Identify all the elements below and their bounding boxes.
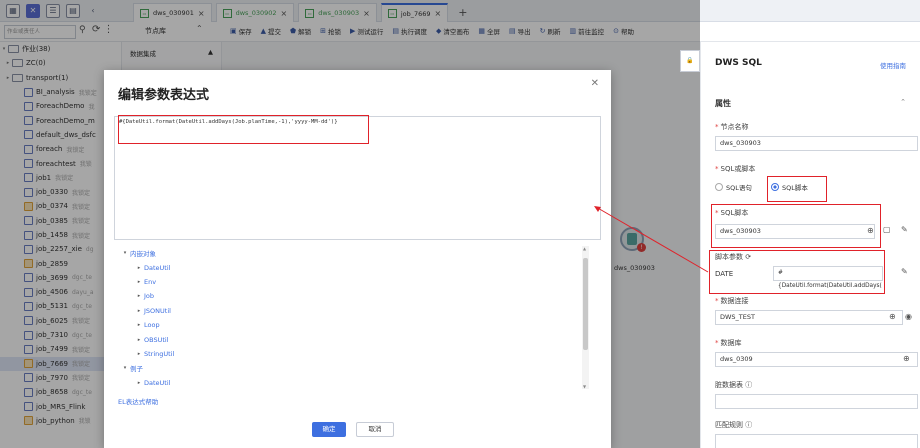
tree-label: OBSUtil	[144, 335, 169, 344]
el-help-link[interactable]: EL表达式帮助	[118, 396, 158, 406]
edit-expression-dialog: 编辑参数表达式 ✕ #{DateUtil.format(DateUtil.add…	[104, 70, 611, 448]
object-tree-item[interactable]: ▸ DateUtil	[114, 260, 592, 274]
file-icon[interactable]: ▢	[883, 225, 891, 234]
node-name-label: * 节点名称	[715, 123, 749, 131]
tree-label: JSONUtil	[144, 306, 171, 315]
caret-right-icon: ▸	[137, 307, 141, 314]
caret-right-icon: ▸	[137, 350, 141, 357]
dirty-table-text: 脏数据表	[715, 381, 743, 389]
caret-right-icon: ▸	[137, 336, 141, 343]
caret-down-icon: ▾	[123, 365, 127, 372]
collapse-icon[interactable]: ⌃	[900, 98, 906, 106]
help-icon[interactable]: ⓘ	[745, 421, 752, 429]
cancel-button[interactable]: 取消	[356, 422, 394, 437]
object-tree-item[interactable]: ▸ JSONUtil	[114, 304, 592, 318]
panel-title: DWS SQL	[715, 58, 762, 68]
object-tree-item[interactable]: ▸ DateUtil	[114, 376, 592, 389]
db-label-text: 数据库	[720, 339, 742, 347]
close-icon[interactable]: ✕	[591, 78, 599, 89]
sql-type-text: SQL或脚本	[720, 165, 756, 173]
conn-label-text: 数据连接	[720, 297, 749, 305]
radio-sql-statement[interactable]: SQL语句	[715, 182, 752, 192]
properties-heading: 属性	[715, 99, 731, 108]
tree-scrollbar[interactable]: ▲ ▼	[582, 246, 589, 389]
caret-right-icon: ▸	[137, 379, 141, 386]
caret-right-icon: ▸	[137, 278, 141, 285]
match-rule-label: 匹配规则 ⓘ	[715, 420, 752, 430]
object-tree-item[interactable]: ▸ StringUtil	[114, 347, 592, 361]
object-tree-item[interactable]: ▸ Loop	[114, 318, 592, 332]
tree-label: DateUtil	[144, 378, 171, 387]
add-circle-icon[interactable]: ⊕	[889, 312, 896, 321]
tree-label: 例子	[130, 365, 143, 374]
properties-panel: DWS SQL 使用指南 属性 ⌃ * 节点名称 dws_030903 * SQL或…	[700, 42, 920, 448]
object-tree-item[interactable]: ▾ 例子	[114, 361, 592, 375]
tree-label: Loop	[144, 321, 160, 330]
conn-select[interactable]: DWS_TEST	[715, 310, 903, 325]
highlight-box	[767, 176, 827, 202]
node-name-field[interactable]: dws_030903	[715, 136, 918, 151]
match-rule-field[interactable]	[715, 434, 918, 448]
add-circle-icon[interactable]: ⊕	[903, 354, 910, 363]
add-circle-icon[interactable]: ⊕	[867, 226, 874, 235]
conn-label: * 数据连接	[715, 297, 749, 305]
highlight-box	[118, 115, 369, 144]
radio-icon	[715, 183, 723, 191]
tree-label: StringUtil	[144, 349, 175, 358]
param-value-field[interactable]: #{DateUtil.format(DateUtil.addDays(	[773, 266, 883, 289]
params-label-text: 脚本参数	[715, 253, 743, 261]
object-tree-item[interactable]: ▸ Env	[114, 275, 592, 289]
edit-icon[interactable]: ✎	[901, 225, 908, 234]
tree-label: Job	[144, 292, 155, 301]
dirty-table-field[interactable]	[715, 394, 918, 409]
tree-label: DateUtil	[144, 263, 171, 272]
params-label: 脚本参数 ⟳	[715, 252, 751, 262]
properties-tab-icon[interactable]: 🔒	[680, 50, 700, 72]
help-icon[interactable]: ⓘ	[745, 381, 752, 389]
object-tree-item[interactable]: ▾ 内嵌对象	[114, 246, 592, 260]
caret-right-icon: ▸	[137, 264, 141, 271]
object-tree-item[interactable]: ▸ Job	[114, 289, 592, 303]
edit-icon[interactable]: ✎	[901, 267, 908, 276]
usage-guide-link[interactable]: 使用指南	[880, 60, 906, 70]
sql-type-label: * SQL或脚本	[715, 165, 756, 173]
tree-label: Env	[144, 277, 157, 286]
param-key: DATE	[715, 270, 734, 278]
dialog-title: 编辑参数表达式	[118, 88, 210, 103]
radio-label: SQL语句	[726, 184, 752, 192]
db-label: * 数据库	[715, 339, 742, 347]
object-tree-item[interactable]: ▸ OBSUtil	[114, 332, 592, 346]
caret-right-icon: ▸	[137, 293, 141, 300]
refresh-icon[interactable]: ⟳	[745, 253, 751, 261]
caret-right-icon: ▸	[137, 322, 141, 329]
script-label: * SQL脚本	[715, 209, 749, 217]
view-icon[interactable]: ◉	[905, 312, 912, 321]
caret-down-icon: ▾	[123, 250, 127, 257]
node-name-text: 节点名称	[720, 123, 749, 131]
script-label-text: SQL脚本	[720, 209, 749, 217]
object-tree: ▾ 内嵌对象 ▸ DateUtil ▸ Env ▸ Job ▸ JSONUtil ▸ Loop ▸ OBS…	[114, 246, 592, 389]
script-select[interactable]: dws_030903	[715, 224, 875, 239]
db-select[interactable]: dws_0309	[715, 352, 918, 367]
match-rule-text: 匹配规则	[715, 421, 743, 429]
tree-label: 内嵌对象	[130, 250, 156, 259]
ok-button[interactable]: 确定	[312, 422, 346, 437]
dirty-table-label: 脏数据表 ⓘ	[715, 380, 752, 390]
